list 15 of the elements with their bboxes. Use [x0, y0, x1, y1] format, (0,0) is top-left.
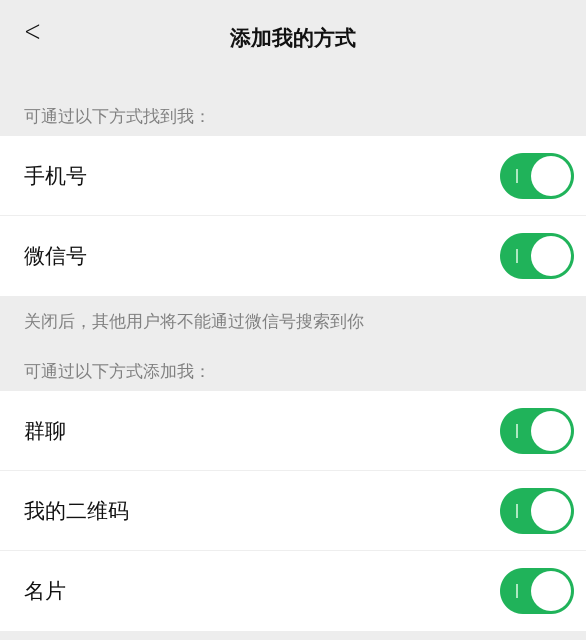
- setting-label: 名片: [24, 578, 66, 605]
- page-title: 添加我的方式: [230, 25, 356, 52]
- setting-label: 我的二维码: [24, 498, 129, 524]
- toggle-switch[interactable]: [500, 233, 574, 279]
- section-note: 关闭后，其他用户将不能通过微信号搜索到你: [23, 311, 365, 333]
- setting-label: 群聊: [24, 418, 66, 444]
- setting-label: 手机号: [24, 162, 87, 190]
- section-label: 可通过以下方式添加我：: [23, 361, 212, 384]
- toggle-switch[interactable]: [500, 408, 574, 454]
- toggle-switch[interactable]: [500, 568, 574, 614]
- toggle-switch[interactable]: [500, 152, 574, 198]
- toggle-switch[interactable]: [500, 488, 574, 534]
- setting-label: 微信号: [24, 243, 87, 270]
- section-label: 可通过以下方式找到我：: [23, 106, 212, 129]
- back-button[interactable]: <: [24, 14, 42, 49]
